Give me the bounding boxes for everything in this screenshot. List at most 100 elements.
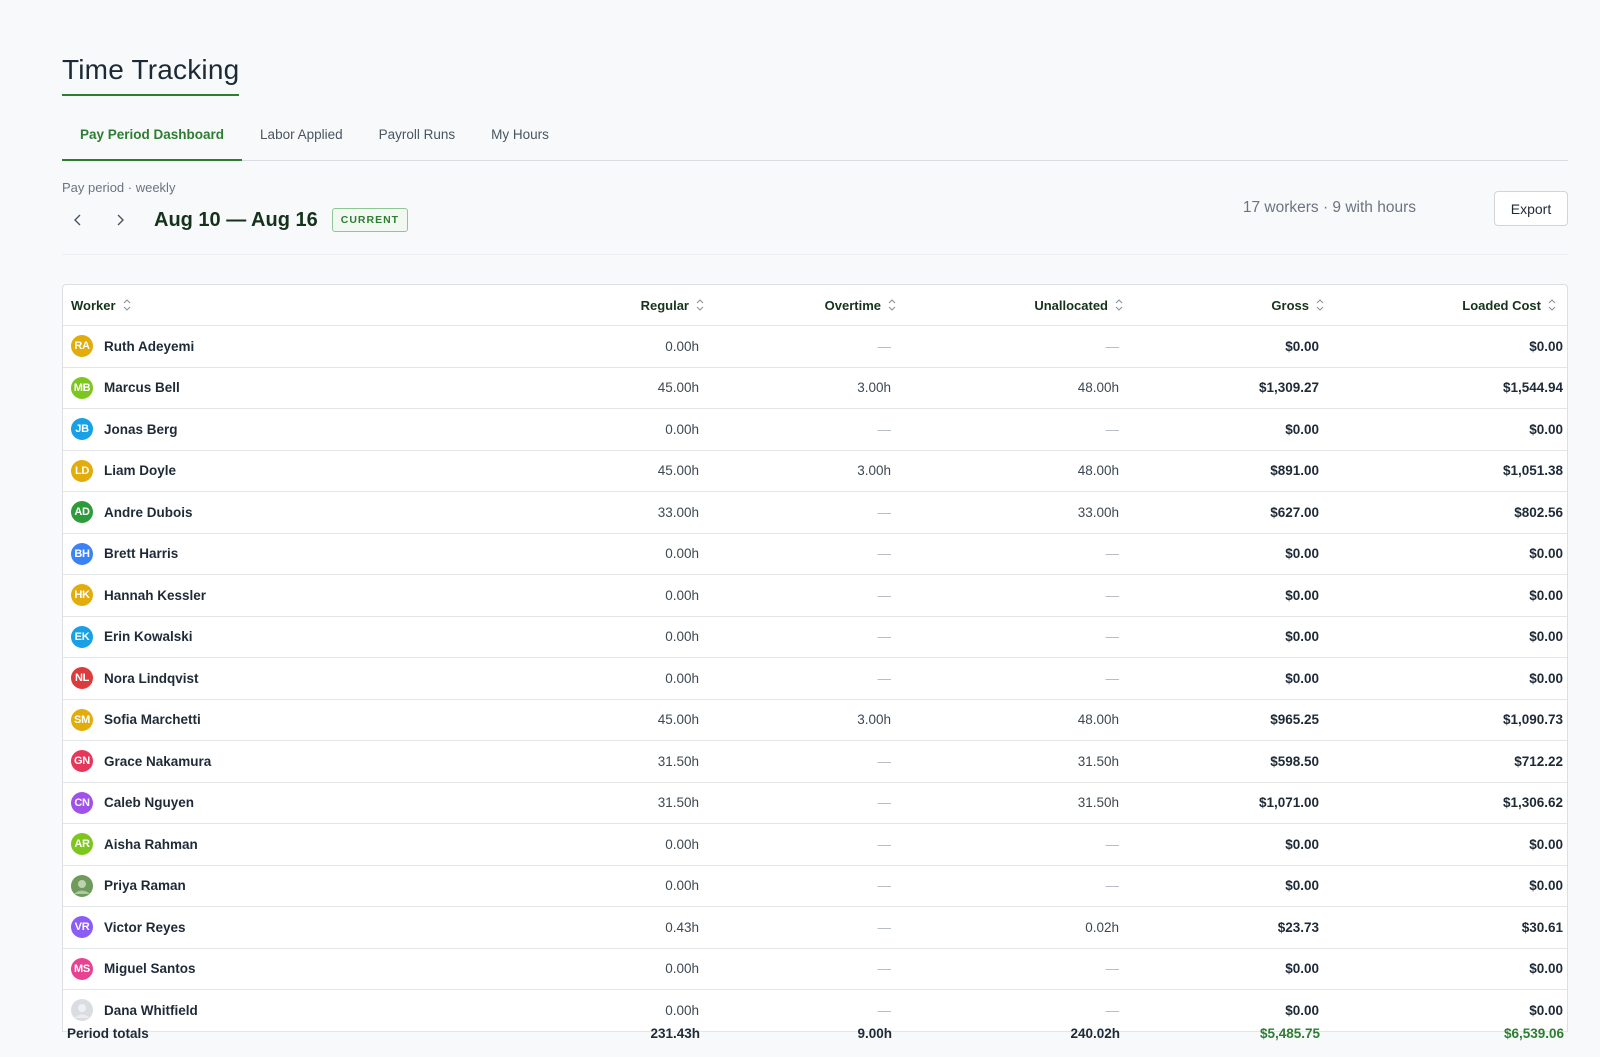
gross-amount: $1,071.00 (1258, 795, 1319, 811)
regular-hours: 0.00h (665, 670, 699, 686)
tab-my-hours[interactable]: My Hours (473, 118, 567, 161)
worker-name[interactable]: Brett Harris (104, 546, 178, 561)
column-header-worker[interactable]: Worker (71, 285, 132, 325)
worker-name[interactable]: Marcus Bell (104, 380, 180, 395)
worker-name[interactable]: Dana Whitfield (104, 1003, 198, 1018)
loaded-cost: $0.00 (1529, 670, 1563, 686)
table-row[interactable]: MB Marcus Bell 45.00h 3.00h 48.00h $1,309.27 $… (63, 368, 1567, 409)
gross-amount: $598.50 (1270, 753, 1319, 769)
worker-name[interactable]: Sofia Marchetti (104, 712, 201, 727)
column-header-overtime[interactable]: Overtime (825, 285, 897, 325)
loaded-cost: $0.00 (1529, 338, 1563, 354)
worker-name[interactable]: Grace Nakamura (104, 754, 211, 769)
worker-name[interactable]: Jonas Berg (104, 422, 178, 437)
unallocated-hours: 48.00h (1077, 463, 1119, 479)
chevron-right-icon (117, 214, 124, 226)
regular-hours: 31.50h (657, 753, 699, 769)
avatar-initials: NL (74, 672, 90, 685)
worker-name[interactable]: Nora Lindqvist (104, 671, 199, 686)
worker-name[interactable]: Ruth Adeyemi (104, 339, 194, 354)
worker-name[interactable]: Caleb Nguyen (104, 795, 194, 810)
overtime-hours: — (877, 753, 892, 769)
column-header-loaded-cost[interactable]: Loaded Cost (1462, 285, 1557, 325)
worker-name[interactable]: Miguel Santos (104, 961, 196, 976)
table-row[interactable]: NL Nora Lindqvist 0.00h — — $0.00 $0.00 (63, 658, 1567, 700)
table-row[interactable]: GN Grace Nakamura 31.50h — 31.50h $598.50 $712… (63, 741, 1567, 783)
unallocated-hours: 0.02h (1085, 919, 1119, 935)
worker-cell: BH Brett Harris (71, 534, 178, 575)
unallocated-hours: — (1105, 587, 1120, 603)
previous-period-button[interactable] (62, 204, 94, 236)
worker-name[interactable]: Andre Dubois (104, 505, 193, 520)
export-button[interactable]: Export (1494, 191, 1568, 226)
table-row[interactable]: CN Caleb Nguyen 31.50h — 31.50h $1,071.00 $1,3… (63, 783, 1567, 824)
gross-amount: $0.00 (1285, 836, 1319, 852)
column-header-label: Gross (1271, 297, 1309, 313)
totals-unallocated: 240.02h (1070, 1025, 1120, 1041)
tab-payroll-runs[interactable]: Payroll Runs (361, 118, 474, 161)
overtime-hours: — (877, 587, 892, 603)
tab-labor-applied[interactable]: Labor Applied (242, 118, 361, 161)
overtime-hours: — (877, 421, 892, 437)
sort-icon (888, 299, 896, 311)
worker-cell: VR Victor Reyes (71, 907, 186, 948)
sort-icon (123, 299, 130, 311)
tab-pay-period-dashboard[interactable]: Pay Period Dashboard (62, 118, 243, 161)
column-header-label: Worker (71, 297, 116, 313)
avatar: NL (71, 667, 93, 690)
table-header: Worker Regular Overtime Unallocated Gros… (63, 285, 1567, 326)
table-row[interactable]: SM Sofia Marchetti 45.00h 3.00h 48.00h $965.2… (63, 700, 1567, 741)
next-period-button[interactable] (104, 204, 136, 236)
overtime-hours: 3.00h (857, 712, 891, 728)
worker-name[interactable]: Hannah Kessler (104, 588, 206, 603)
table-row[interactable]: JB Jonas Berg 0.00h — — $0.00 $0.00 (63, 409, 1567, 451)
table-row[interactable]: RA Ruth Adeyemi 0.00h — — $0.00 $0.00 (63, 326, 1567, 368)
regular-hours: 0.00h (665, 421, 699, 437)
column-header-gross[interactable]: Gross (1271, 285, 1325, 325)
period-selector: Aug 10 — Aug 16 CURRENT (62, 204, 409, 236)
avatar-initials: CN (74, 796, 90, 809)
worker-name[interactable]: Liam Doyle (104, 463, 176, 478)
overtime-hours: — (877, 878, 892, 894)
table-row[interactable]: VR Victor Reyes 0.43h — 0.02h $23.73 $30.61 (63, 907, 1567, 949)
gross-amount: $23.73 (1277, 919, 1319, 935)
worker-cell: JB Jonas Berg (71, 409, 178, 450)
loaded-cost: $712.22 (1514, 753, 1563, 769)
table-row[interactable]: Priya Raman 0.00h — — $0.00 $0.00 (63, 866, 1567, 907)
overtime-hours: 3.00h (857, 463, 891, 479)
unallocated-hours: — (1105, 629, 1120, 645)
table-row[interactable]: HK Hannah Kessler 0.00h — — $0.00 $0.00 (63, 575, 1567, 617)
table-row[interactable]: EK Erin Kowalski 0.00h — — $0.00 $0.00 (63, 617, 1567, 658)
totals-regular: 231.43h (650, 1025, 700, 1041)
overtime-hours: — (877, 338, 892, 354)
table-row[interactable]: AD Andre Dubois 33.00h — 33.00h $627.00 $802.5… (63, 492, 1567, 534)
avatar-initials: MS (74, 962, 90, 975)
gross-amount: $0.00 (1285, 587, 1319, 603)
table-row[interactable]: AR Aisha Rahman 0.00h — — $0.00 $0.00 (63, 824, 1567, 866)
worker-name[interactable]: Aisha Rahman (104, 837, 198, 852)
regular-hours: 0.00h (665, 629, 699, 645)
avatar (71, 999, 93, 1022)
column-header-unallocated[interactable]: Unallocated (1034, 285, 1124, 325)
regular-hours: 45.00h (657, 380, 699, 396)
worker-name[interactable]: Priya Raman (104, 878, 186, 893)
avatar-initials: LD (74, 464, 90, 477)
worker-cell: Priya Raman (71, 866, 186, 907)
unallocated-hours: 31.50h (1077, 753, 1119, 769)
worker-name[interactable]: Victor Reyes (104, 920, 186, 935)
worker-name[interactable]: Erin Kowalski (104, 629, 193, 644)
gross-amount: $0.00 (1285, 878, 1319, 894)
table-row[interactable]: LD Liam Doyle 45.00h 3.00h 48.00h $891.00 $1,0… (63, 451, 1567, 492)
avatar-initials: JB (75, 423, 89, 436)
overtime-hours: — (877, 670, 892, 686)
loaded-cost: $0.00 (1529, 546, 1563, 562)
column-header-regular[interactable]: Regular (641, 285, 705, 325)
avatar: GN (71, 750, 93, 773)
avatar: LD (71, 459, 93, 482)
table-row[interactable]: MS Miguel Santos 0.00h — — $0.00 $0.00 (63, 949, 1567, 990)
table-row[interactable]: BH Brett Harris 0.00h — — $0.00 $0.00 (63, 534, 1567, 575)
tab-bar: Pay Period Dashboard Labor Applied Payro… (62, 118, 1568, 161)
worker-cell: AR Aisha Rahman (71, 824, 198, 865)
worker-cell: CN Caleb Nguyen (71, 783, 194, 824)
column-header-label: Unallocated (1034, 297, 1108, 313)
